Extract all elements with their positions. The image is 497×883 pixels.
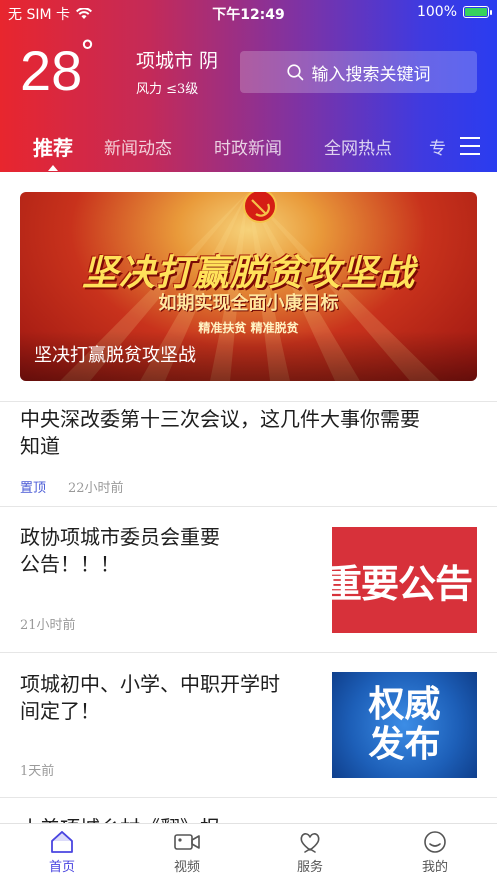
pinned-label: 置顶 bbox=[20, 481, 47, 496]
category-tabs: 推荐 新闻动态 时政新闻 全网热点 专 bbox=[0, 128, 497, 168]
article-time: 21小时前 bbox=[20, 618, 76, 633]
city-weather: 项城市 阴 bbox=[136, 50, 219, 72]
article-thumbnail: 权威 发布 bbox=[332, 672, 477, 778]
divider bbox=[0, 652, 497, 653]
banner-subheadline: 如期实现全面小康目标 bbox=[158, 293, 339, 314]
thumbnail-text-line: 发布 bbox=[368, 724, 441, 765]
heart-hand-icon bbox=[300, 833, 320, 853]
thumbnail-text-line: 权威 bbox=[368, 684, 441, 725]
smile-icon bbox=[424, 831, 446, 853]
article-title-line: 知道 bbox=[20, 434, 60, 458]
nav-home[interactable]: 首页 bbox=[22, 830, 102, 875]
wind-level: 风力 ≤3级 bbox=[136, 82, 199, 97]
tab-web-hot[interactable]: 全网热点 bbox=[324, 134, 392, 159]
battery-fill bbox=[465, 8, 487, 16]
article-time: 22小时前 bbox=[68, 481, 124, 496]
degree-symbol: ° bbox=[80, 35, 95, 70]
bottom-tab-bar: 首页 视频 服务 我的 bbox=[0, 823, 497, 883]
nav-profile-label: 我的 bbox=[421, 860, 448, 875]
article-title-line: 项城初中、小学、中职开学时 bbox=[20, 672, 280, 696]
tab-politics-news[interactable]: 时政新闻 bbox=[214, 134, 282, 159]
article-time: 1天前 bbox=[20, 764, 55, 779]
tab-recommend[interactable]: 推荐 bbox=[33, 132, 73, 161]
divider bbox=[0, 401, 497, 402]
menu-icon[interactable] bbox=[460, 137, 480, 155]
battery-percent: 100% bbox=[416, 4, 457, 20]
tab-special[interactable]: 专 bbox=[429, 134, 446, 159]
article-title-line: 间定了！ bbox=[20, 699, 100, 723]
header: 无 SIM 卡 下午12:49 100% 28 ° 项城市 阴 风力 ≤3级 输… bbox=[0, 0, 497, 172]
search-box[interactable]: 输入搜索关键词 bbox=[240, 51, 477, 93]
nav-service[interactable]: 服务 bbox=[270, 830, 350, 875]
nav-video[interactable]: 视频 bbox=[147, 830, 227, 875]
nav-video-label: 视频 bbox=[173, 860, 200, 875]
active-tab-indicator bbox=[48, 165, 58, 171]
home-icon bbox=[51, 831, 73, 853]
video-icon bbox=[174, 834, 200, 850]
status-bar: 无 SIM 卡 下午12:49 100% bbox=[0, 0, 497, 26]
nav-home-label: 首页 bbox=[48, 860, 75, 875]
search-icon bbox=[286, 63, 303, 80]
article-meta: 置顶 22小时前 bbox=[20, 477, 124, 496]
status-right: 100% bbox=[416, 4, 492, 20]
banner-carousel[interactable]: 坚决打赢脱贫攻坚战 如期实现全面小康目标 精准扶贫 精准脱贫 坚决打赢脱贫攻坚战 bbox=[20, 192, 477, 381]
article-title-line: 中央深改委第十三次会议，这几件大事你需要 bbox=[20, 407, 420, 431]
search-placeholder: 输入搜索关键词 bbox=[311, 64, 431, 85]
article-thumbnail: 重要公告 bbox=[332, 527, 477, 633]
tab-news-updates[interactable]: 新闻动态 bbox=[104, 134, 172, 159]
nav-profile[interactable]: 我的 bbox=[395, 830, 475, 875]
temperature: 28 bbox=[20, 39, 83, 102]
thumbnail-text: 重要公告 bbox=[332, 561, 473, 606]
article-title-line: 政协项城市委员会重要 bbox=[20, 525, 220, 549]
divider bbox=[0, 506, 497, 507]
banner-caption: 坚决打赢脱贫攻坚战 bbox=[34, 345, 196, 366]
article-title-line: 公告！！！ bbox=[20, 552, 120, 576]
nav-service-label: 服务 bbox=[296, 860, 323, 875]
battery-icon bbox=[463, 6, 492, 18]
divider bbox=[0, 797, 497, 798]
